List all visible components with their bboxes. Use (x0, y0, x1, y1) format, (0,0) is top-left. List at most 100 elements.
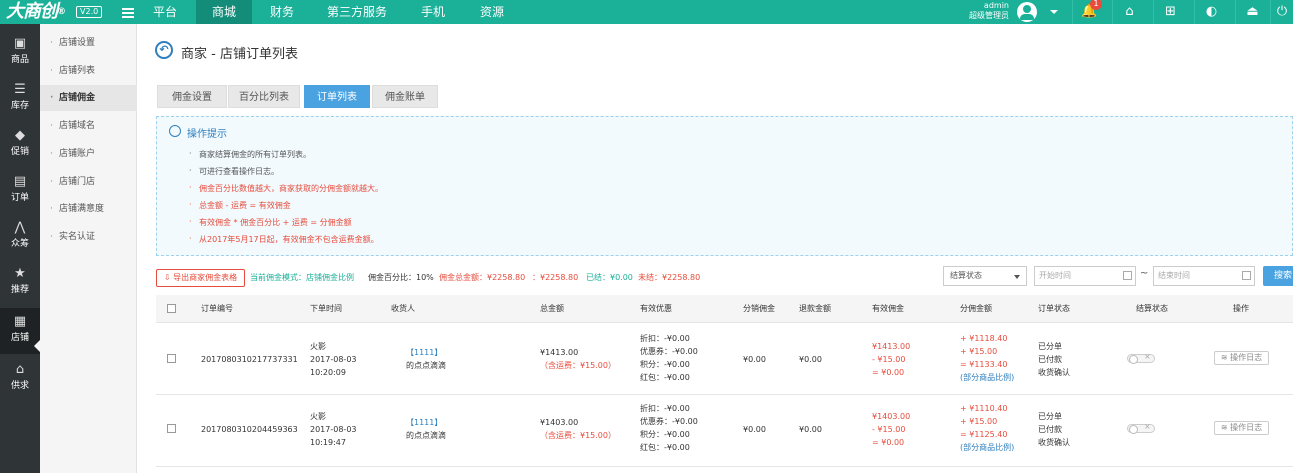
chevron-down-icon[interactable] (1050, 10, 1058, 14)
nav-third-party[interactable]: 第三方服务 (318, 0, 396, 24)
effective-line: = ¥0.00 (872, 438, 905, 447)
search-button[interactable]: 搜索 (1263, 266, 1293, 286)
row-checkbox[interactable] (167, 354, 176, 363)
left-icon-bar: ▣ 商品 ☰ 库存 ◆ 促销 ▤ 订单 ⋀ 众筹 ★ 推荐 ▦ 店铺 ⌂ 供求 (0, 24, 40, 473)
submenu-item-store-commission[interactable]: 店铺佣金 (40, 85, 137, 111)
avatar[interactable] (1017, 2, 1037, 22)
th-distrib: 分销佣金 (743, 304, 775, 313)
tip-item: 有效佣金 * 佣金百分比 + 运费 = 分佣金额 (189, 217, 352, 228)
th-discount: 有效优惠 (640, 304, 672, 313)
settle-toggle[interactable] (1127, 352, 1155, 364)
leftbar-item-crowdfund[interactable]: ⋀ 众筹 (0, 214, 40, 260)
effective-line: = ¥0.00 (872, 368, 905, 377)
order-user: 火影 (310, 412, 326, 421)
stack-icon: ☰ (14, 82, 26, 97)
nav-mall[interactable]: 商城 (196, 0, 252, 24)
user-info[interactable]: admin 超级管理员 (965, 1, 1009, 21)
status-line: 收货确认 (1038, 368, 1070, 377)
menu-toggle-icon[interactable] (122, 8, 134, 18)
start-time-placeholder: 开始时间 (1039, 271, 1071, 280)
submenu-item-real-name[interactable]: 实名认证 (40, 224, 137, 250)
tab-commission-settings[interactable]: 佣金设置 (157, 85, 227, 108)
shipping-fee: （含运费：¥15.00） (540, 431, 616, 440)
order-date: 2017-08-03 (310, 425, 357, 434)
status-line: 已分单 (1038, 342, 1062, 351)
submenu-item-store-account[interactable]: 店铺账户 (40, 141, 137, 167)
tab-percentage-list[interactable]: 百分比列表 (228, 85, 300, 108)
calendar-icon[interactable] (1242, 271, 1251, 280)
th-actions: 操作 (1233, 304, 1249, 313)
tag-icon: ◆ (15, 128, 25, 143)
commission-total-2: ：¥2258.80 (532, 273, 579, 282)
tips-title: 操作提示 (187, 129, 227, 140)
logo-mark: ® (57, 7, 66, 17)
tab-order-list[interactable]: 订单列表 (304, 85, 370, 108)
user-role: 超级管理员 (969, 11, 1009, 20)
table-row: 2017080310217737331 火影 2017-08-03 10:20:… (156, 324, 1293, 395)
consignee-tag[interactable]: 【1111】 (406, 416, 442, 429)
leftbar-item-stock[interactable]: ☰ 库存 (0, 76, 40, 122)
submenu-item-store-settings[interactable]: 店铺设置 (40, 30, 137, 56)
consignee-tag[interactable]: 【1111】 (406, 346, 442, 359)
end-time-input[interactable]: 结束时间 (1153, 266, 1255, 286)
page-title: 商家 - 店铺订单列表 (181, 47, 298, 62)
sitemap-icon[interactable]: ⊞ (1153, 0, 1187, 24)
nav-finance[interactable]: 财务 (258, 0, 306, 24)
discount-line: 积分：-¥0.00 (640, 430, 690, 439)
power-icon[interactable]: ⏻ (1270, 0, 1293, 24)
commission-total: 佣金总金额：¥2258.80 (439, 273, 526, 282)
order-number: 2017080310204459363 (201, 425, 298, 434)
leftbar-label: 供求 (10, 381, 29, 391)
broom-icon[interactable]: ⏏ (1235, 0, 1269, 24)
consignee-name: 的点点滴滴 (406, 431, 446, 440)
submenu-item-store-list[interactable]: 店铺列表 (40, 58, 137, 84)
leftbar-item-goods[interactable]: ▣ 商品 (0, 30, 40, 76)
distrib-commission: ¥0.00 (743, 425, 766, 434)
leftbar-item-recommend[interactable]: ★ 推荐 (0, 260, 40, 306)
leftbar-item-promo[interactable]: ◆ 促销 (0, 122, 40, 168)
start-time-input[interactable]: 开始时间 (1034, 266, 1136, 286)
tip-item: 从2017年5月17日起，有效佣金不包含运费金额。 (189, 234, 379, 245)
document-icon: ▤ (13, 174, 27, 189)
submenu-item-store-domain[interactable]: 店铺域名 (40, 113, 137, 139)
back-arrow-icon[interactable]: ↶ (155, 41, 173, 59)
status-line: 收货确认 (1038, 438, 1070, 447)
leftbar-label: 订单 (10, 193, 29, 203)
tip-item: 可进行查看操作日志。 (189, 166, 279, 177)
status-line: 已付款 (1038, 355, 1062, 364)
nav-platform[interactable]: 平台 (141, 0, 189, 24)
store-icon: ▦ (13, 314, 27, 329)
refund-amount: ¥0.00 (799, 425, 822, 434)
nav-resources[interactable]: 资源 (468, 0, 516, 24)
split-line: + ¥1118.40 (960, 334, 1008, 343)
logo: 大商创® (6, 1, 66, 23)
effective-line: ¥1413.00 (872, 342, 911, 351)
select-all-checkbox[interactable] (167, 304, 176, 313)
submenu-item-store-branch[interactable]: 店铺门店 (40, 169, 137, 195)
leftbar-label: 促销 (10, 147, 29, 157)
leftbar-item-order[interactable]: ▤ 订单 (0, 168, 40, 214)
export-button[interactable]: ⇩ 导出商家佣金表格 (156, 269, 245, 287)
settle-toggle[interactable] (1127, 422, 1155, 434)
discount-line: 优惠券：-¥0.00 (640, 347, 698, 356)
submenu-item-store-satisfaction[interactable]: 店铺满意度 (40, 196, 137, 222)
leftbar-item-supply[interactable]: ⌂ 供求 (0, 356, 40, 402)
total-amount: ¥1413.00 (540, 348, 579, 357)
tab-commission-bill[interactable]: 佣金账单 (372, 85, 438, 108)
settle-status-select[interactable]: 结算状态 (943, 266, 1027, 286)
leftbar-label: 店铺 (10, 333, 29, 343)
distrib-commission: ¥0.00 (743, 355, 766, 364)
operation-log-button[interactable]: ≋ 操作日志 (1214, 421, 1269, 435)
calendar-icon[interactable] (1123, 271, 1132, 280)
shipping-fee: （含运费：¥15.00） (540, 361, 616, 370)
row-checkbox[interactable] (167, 424, 176, 433)
split-line: = ¥1125.40 (960, 430, 1008, 439)
operation-log-button[interactable]: ≋ 操作日志 (1214, 351, 1269, 365)
submenu: 店铺设置 店铺列表 店铺佣金 店铺域名 店铺账户 店铺门店 店铺满意度 实名认证 (40, 24, 137, 473)
home-icon[interactable]: ⌂ (1112, 0, 1146, 24)
discount-line: 优惠券：-¥0.00 (640, 417, 698, 426)
palette-icon[interactable]: ◐ (1194, 0, 1228, 24)
nav-mobile[interactable]: 手机 (408, 0, 458, 24)
effective-line: ¥1403.00 (872, 412, 911, 421)
th-settle-status: 结算状态 (1136, 304, 1168, 313)
